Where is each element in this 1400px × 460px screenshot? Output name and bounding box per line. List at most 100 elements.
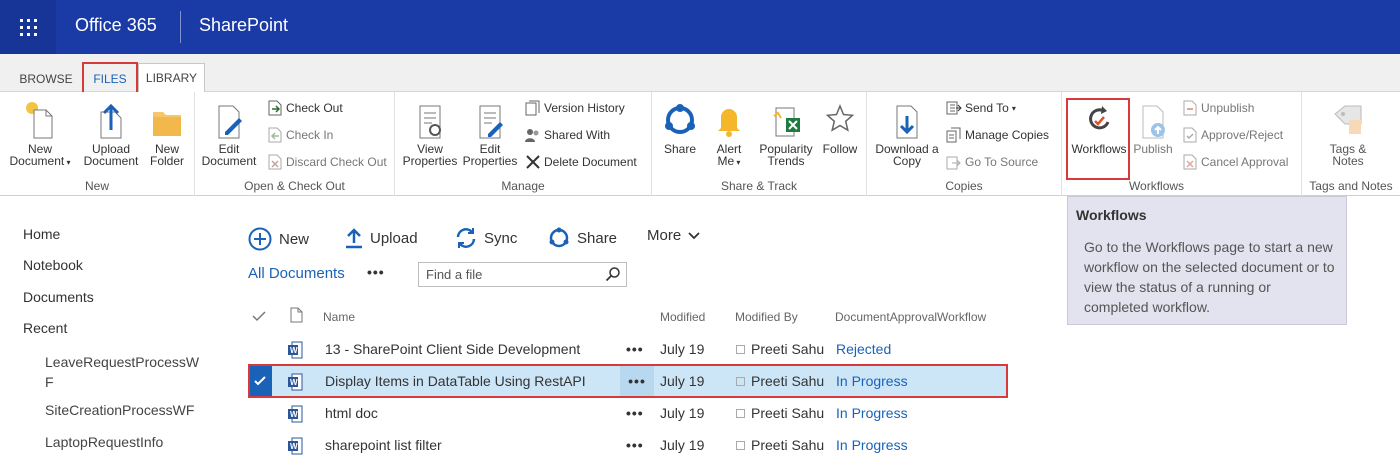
- row-modified-by[interactable]: Preeti Sahu: [736, 373, 824, 389]
- group-share-track: Share Alert Me ▾ Popularity Trends Follo…: [652, 92, 867, 196]
- popularity-trends-icon: [773, 107, 800, 137]
- download-copy-button[interactable]: Download a Copy: [871, 100, 943, 167]
- word-document-icon: W: [288, 341, 303, 359]
- new-command[interactable]: New: [248, 227, 309, 251]
- row-modified-by[interactable]: Preeti Sahu: [736, 437, 824, 453]
- star-icon: [825, 104, 855, 132]
- row-ellipsis[interactable]: •••: [626, 405, 644, 421]
- discard-check-out-button[interactable]: Discard Check Out: [267, 154, 387, 170]
- go-to-source-button[interactable]: Go To Source: [946, 154, 1038, 170]
- upload-document-button[interactable]: Upload Document: [78, 100, 144, 167]
- row-workflow-status[interactable]: In Progress: [836, 437, 908, 453]
- word-document-icon: W: [288, 405, 303, 423]
- sync-command[interactable]: Sync: [455, 227, 517, 249]
- delete-document-button[interactable]: Delete Document: [525, 154, 637, 170]
- group-label-tags: Tags and Notes: [1309, 179, 1393, 193]
- view-properties-button[interactable]: View Properties: [399, 100, 461, 167]
- check-in-button[interactable]: Check In: [267, 127, 333, 143]
- table-row[interactable]: W 13 - SharePoint Client Side Developmen…: [248, 334, 1008, 364]
- row-name[interactable]: sharepoint list filter: [325, 437, 442, 453]
- row-modified: July 19: [660, 405, 705, 421]
- popularity-trends-button[interactable]: Popularity Trends: [752, 100, 820, 167]
- go-to-source-icon: [946, 156, 961, 170]
- table-row[interactable]: W sharepoint list filter ••• July 19 Pre…: [248, 430, 1008, 460]
- follow-button[interactable]: Follow: [820, 100, 860, 155]
- publish-button[interactable]: Publish: [1132, 100, 1174, 155]
- download-icon: [896, 105, 918, 139]
- upload-command[interactable]: Upload: [345, 227, 418, 249]
- nav-recent-item[interactable]: SiteCreationProcessWF: [45, 402, 194, 418]
- nav-recent-item[interactable]: LaptopRequestInfo: [45, 434, 163, 450]
- view-options-ellipsis[interactable]: •••: [367, 264, 385, 280]
- row-ellipsis[interactable]: •••: [626, 437, 644, 453]
- share-command[interactable]: Share: [548, 227, 617, 249]
- approve-reject-button[interactable]: Approve/Reject: [1182, 127, 1283, 143]
- send-to-button[interactable]: Send To ▾: [946, 100, 1016, 116]
- row-checkbox[interactable]: [248, 366, 272, 396]
- row-name[interactable]: 13 - SharePoint Client Side Development: [325, 341, 580, 357]
- row-ellipsis[interactable]: •••: [620, 366, 654, 396]
- select-all-check-icon[interactable]: [252, 310, 266, 322]
- version-history-button[interactable]: Version History: [525, 100, 625, 116]
- app-launcher-icon[interactable]: [0, 0, 56, 54]
- nav-documents[interactable]: Documents: [23, 289, 94, 305]
- row-modified: July 19: [660, 437, 705, 453]
- document-type-icon: [290, 307, 303, 323]
- edit-properties-button[interactable]: Edit Properties: [461, 100, 519, 167]
- nav-home[interactable]: Home: [23, 226, 60, 242]
- group-label-share: Share & Track: [720, 179, 798, 193]
- share-button[interactable]: Share: [658, 100, 702, 155]
- tab-library[interactable]: LIBRARY: [138, 63, 205, 92]
- search-input[interactable]: Find a file: [418, 262, 627, 287]
- row-modified: July 19: [660, 341, 705, 357]
- shared-with-button[interactable]: Shared With: [525, 127, 610, 143]
- row-ellipsis[interactable]: •••: [626, 341, 644, 357]
- view-properties-icon: [419, 105, 441, 139]
- row-workflow-status[interactable]: Rejected: [836, 341, 891, 357]
- row-workflow-status[interactable]: In Progress: [836, 373, 908, 389]
- column-header-modified[interactable]: Modified: [660, 310, 705, 324]
- column-header-name[interactable]: Name: [323, 310, 355, 324]
- edit-document-button[interactable]: Edit Document: [199, 100, 259, 167]
- new-folder-button[interactable]: New Folder: [144, 100, 190, 167]
- approve-reject-icon: [1183, 127, 1197, 143]
- group-label-open: Open & Check Out: [244, 179, 345, 193]
- unpublish-icon: [1183, 100, 1197, 116]
- cancel-approval-button[interactable]: Cancel Approval: [1182, 154, 1288, 170]
- new-document-button[interactable]: New Document ▾: [4, 100, 76, 169]
- row-modified-by[interactable]: Preeti Sahu: [736, 405, 824, 421]
- manage-copies-icon: [946, 127, 961, 143]
- column-header-modified-by[interactable]: Modified By: [735, 310, 798, 324]
- table-row[interactable]: W html doc ••• July 19 Preeti Sahu In Pr…: [248, 398, 1008, 428]
- row-workflow-status[interactable]: In Progress: [836, 405, 908, 421]
- sharepoint-link[interactable]: SharePoint: [199, 15, 288, 36]
- view-selector[interactable]: All Documents: [248, 265, 345, 282]
- nav-notebook[interactable]: Notebook: [23, 257, 83, 273]
- column-header-workflow[interactable]: DocumentApprovalWorkflow: [835, 310, 986, 324]
- check-out-icon: [268, 100, 282, 116]
- table-row-selected[interactable]: W Display Items in DataTable Using RestA…: [248, 366, 1008, 396]
- office-365-brand[interactable]: Office 365: [75, 15, 157, 36]
- nav-recent-item[interactable]: LeaveRequestProcessW F: [45, 352, 199, 392]
- workflows-button[interactable]: Workflows: [1068, 100, 1130, 155]
- presence-indicator: [736, 441, 745, 450]
- tab-files[interactable]: FILES: [84, 68, 136, 92]
- row-name[interactable]: html doc: [325, 405, 378, 421]
- manage-copies-button[interactable]: Manage Copies: [946, 127, 1049, 143]
- share-icon: [665, 104, 695, 134]
- tags-notes-button[interactable]: Tags & Notes: [1316, 100, 1380, 167]
- presence-indicator: [736, 409, 745, 418]
- alert-me-button[interactable]: Alert Me ▾: [708, 100, 750, 169]
- unpublish-button[interactable]: Unpublish: [1182, 100, 1254, 116]
- suite-bar: Office 365 SharePoint: [0, 0, 1400, 54]
- tab-browse[interactable]: BROWSE: [14, 68, 78, 92]
- group-label-manage: Manage: [501, 179, 545, 193]
- row-name[interactable]: Display Items in DataTable Using RestAPI: [325, 373, 586, 389]
- svg-text:W: W: [290, 378, 298, 387]
- row-modified-by[interactable]: Preeti Sahu: [736, 341, 824, 357]
- more-command[interactable]: More: [647, 227, 700, 244]
- plus-circle-icon: [248, 227, 272, 251]
- check-out-button[interactable]: Check Out: [267, 100, 343, 116]
- nav-recent[interactable]: Recent: [23, 320, 67, 336]
- edit-properties-icon: [479, 105, 503, 139]
